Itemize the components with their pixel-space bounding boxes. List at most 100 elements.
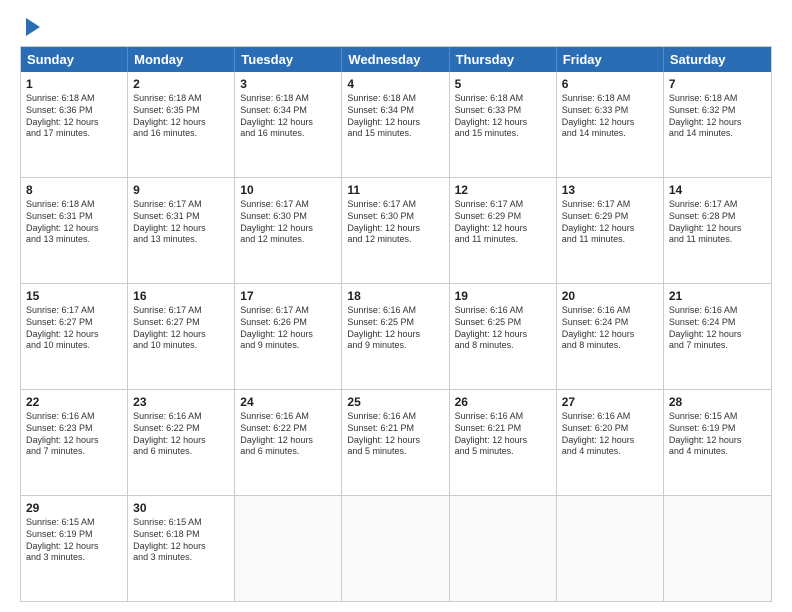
- cal-header-tuesday: Tuesday: [235, 47, 342, 72]
- day-number: 10: [240, 182, 336, 198]
- day-number: 9: [133, 182, 229, 198]
- day-info: Sunrise: 6:16 AM Sunset: 6:22 PM Dayligh…: [133, 411, 229, 458]
- day-info: Sunrise: 6:18 AM Sunset: 6:32 PM Dayligh…: [669, 93, 766, 140]
- day-number: 23: [133, 394, 229, 410]
- calendar: SundayMondayTuesdayWednesdayThursdayFrid…: [20, 46, 772, 602]
- cal-cell: 10Sunrise: 6:17 AM Sunset: 6:30 PM Dayli…: [235, 178, 342, 283]
- day-number: 18: [347, 288, 443, 304]
- cal-week-3: 15Sunrise: 6:17 AM Sunset: 6:27 PM Dayli…: [21, 284, 771, 390]
- day-info: Sunrise: 6:15 AM Sunset: 6:19 PM Dayligh…: [669, 411, 766, 458]
- day-number: 2: [133, 76, 229, 92]
- day-info: Sunrise: 6:18 AM Sunset: 6:35 PM Dayligh…: [133, 93, 229, 140]
- day-info: Sunrise: 6:16 AM Sunset: 6:21 PM Dayligh…: [347, 411, 443, 458]
- day-info: Sunrise: 6:16 AM Sunset: 6:25 PM Dayligh…: [455, 305, 551, 352]
- day-number: 14: [669, 182, 766, 198]
- cal-cell: 5Sunrise: 6:18 AM Sunset: 6:33 PM Daylig…: [450, 72, 557, 177]
- day-number: 15: [26, 288, 122, 304]
- day-info: Sunrise: 6:17 AM Sunset: 6:28 PM Dayligh…: [669, 199, 766, 246]
- cal-cell: [235, 496, 342, 601]
- cal-cell: 25Sunrise: 6:16 AM Sunset: 6:21 PM Dayli…: [342, 390, 449, 495]
- day-number: 13: [562, 182, 658, 198]
- day-info: Sunrise: 6:17 AM Sunset: 6:31 PM Dayligh…: [133, 199, 229, 246]
- cal-cell: 20Sunrise: 6:16 AM Sunset: 6:24 PM Dayli…: [557, 284, 664, 389]
- day-info: Sunrise: 6:18 AM Sunset: 6:34 PM Dayligh…: [347, 93, 443, 140]
- cal-header-friday: Friday: [557, 47, 664, 72]
- cal-cell: 27Sunrise: 6:16 AM Sunset: 6:20 PM Dayli…: [557, 390, 664, 495]
- day-number: 12: [455, 182, 551, 198]
- day-info: Sunrise: 6:17 AM Sunset: 6:29 PM Dayligh…: [455, 199, 551, 246]
- day-info: Sunrise: 6:17 AM Sunset: 6:30 PM Dayligh…: [240, 199, 336, 246]
- cal-header-monday: Monday: [128, 47, 235, 72]
- cal-week-4: 22Sunrise: 6:16 AM Sunset: 6:23 PM Dayli…: [21, 390, 771, 496]
- day-number: 17: [240, 288, 336, 304]
- cal-cell: 26Sunrise: 6:16 AM Sunset: 6:21 PM Dayli…: [450, 390, 557, 495]
- cal-week-5: 29Sunrise: 6:15 AM Sunset: 6:19 PM Dayli…: [21, 496, 771, 601]
- day-info: Sunrise: 6:17 AM Sunset: 6:27 PM Dayligh…: [26, 305, 122, 352]
- day-info: Sunrise: 6:17 AM Sunset: 6:26 PM Dayligh…: [240, 305, 336, 352]
- cal-header-wednesday: Wednesday: [342, 47, 449, 72]
- day-number: 27: [562, 394, 658, 410]
- cal-week-1: 1Sunrise: 6:18 AM Sunset: 6:36 PM Daylig…: [21, 72, 771, 178]
- day-number: 28: [669, 394, 766, 410]
- cal-cell: 21Sunrise: 6:16 AM Sunset: 6:24 PM Dayli…: [664, 284, 771, 389]
- cal-header-thursday: Thursday: [450, 47, 557, 72]
- day-info: Sunrise: 6:17 AM Sunset: 6:29 PM Dayligh…: [562, 199, 658, 246]
- cal-cell: 4Sunrise: 6:18 AM Sunset: 6:34 PM Daylig…: [342, 72, 449, 177]
- day-number: 22: [26, 394, 122, 410]
- cal-cell: 18Sunrise: 6:16 AM Sunset: 6:25 PM Dayli…: [342, 284, 449, 389]
- day-info: Sunrise: 6:17 AM Sunset: 6:30 PM Dayligh…: [347, 199, 443, 246]
- day-number: 20: [562, 288, 658, 304]
- day-number: 21: [669, 288, 766, 304]
- day-number: 1: [26, 76, 122, 92]
- cal-cell: 15Sunrise: 6:17 AM Sunset: 6:27 PM Dayli…: [21, 284, 128, 389]
- day-info: Sunrise: 6:16 AM Sunset: 6:24 PM Dayligh…: [669, 305, 766, 352]
- cal-cell: 17Sunrise: 6:17 AM Sunset: 6:26 PM Dayli…: [235, 284, 342, 389]
- logo: [20, 16, 40, 36]
- day-info: Sunrise: 6:16 AM Sunset: 6:23 PM Dayligh…: [26, 411, 122, 458]
- day-info: Sunrise: 6:15 AM Sunset: 6:19 PM Dayligh…: [26, 517, 122, 564]
- cal-cell: 1Sunrise: 6:18 AM Sunset: 6:36 PM Daylig…: [21, 72, 128, 177]
- cal-cell: 24Sunrise: 6:16 AM Sunset: 6:22 PM Dayli…: [235, 390, 342, 495]
- day-info: Sunrise: 6:16 AM Sunset: 6:22 PM Dayligh…: [240, 411, 336, 458]
- cal-cell: [557, 496, 664, 601]
- day-number: 25: [347, 394, 443, 410]
- cal-cell: 12Sunrise: 6:17 AM Sunset: 6:29 PM Dayli…: [450, 178, 557, 283]
- cal-cell: 13Sunrise: 6:17 AM Sunset: 6:29 PM Dayli…: [557, 178, 664, 283]
- day-info: Sunrise: 6:16 AM Sunset: 6:21 PM Dayligh…: [455, 411, 551, 458]
- day-number: 11: [347, 182, 443, 198]
- cal-cell: 30Sunrise: 6:15 AM Sunset: 6:18 PM Dayli…: [128, 496, 235, 601]
- day-info: Sunrise: 6:18 AM Sunset: 6:31 PM Dayligh…: [26, 199, 122, 246]
- day-info: Sunrise: 6:16 AM Sunset: 6:20 PM Dayligh…: [562, 411, 658, 458]
- day-number: 19: [455, 288, 551, 304]
- calendar-header-row: SundayMondayTuesdayWednesdayThursdayFrid…: [21, 47, 771, 72]
- day-number: 4: [347, 76, 443, 92]
- cal-cell: [342, 496, 449, 601]
- cal-cell: 3Sunrise: 6:18 AM Sunset: 6:34 PM Daylig…: [235, 72, 342, 177]
- cal-cell: 14Sunrise: 6:17 AM Sunset: 6:28 PM Dayli…: [664, 178, 771, 283]
- cal-cell: 2Sunrise: 6:18 AM Sunset: 6:35 PM Daylig…: [128, 72, 235, 177]
- day-info: Sunrise: 6:16 AM Sunset: 6:25 PM Dayligh…: [347, 305, 443, 352]
- day-number: 29: [26, 500, 122, 516]
- page: SundayMondayTuesdayWednesdayThursdayFrid…: [0, 0, 792, 612]
- day-info: Sunrise: 6:18 AM Sunset: 6:33 PM Dayligh…: [562, 93, 658, 140]
- day-number: 24: [240, 394, 336, 410]
- cal-cell: 23Sunrise: 6:16 AM Sunset: 6:22 PM Dayli…: [128, 390, 235, 495]
- cal-cell: [664, 496, 771, 601]
- cal-header-saturday: Saturday: [664, 47, 771, 72]
- logo-arrow-icon: [26, 18, 40, 36]
- cal-cell: 29Sunrise: 6:15 AM Sunset: 6:19 PM Dayli…: [21, 496, 128, 601]
- day-info: Sunrise: 6:18 AM Sunset: 6:33 PM Dayligh…: [455, 93, 551, 140]
- day-number: 5: [455, 76, 551, 92]
- day-number: 26: [455, 394, 551, 410]
- cal-header-sunday: Sunday: [21, 47, 128, 72]
- cal-cell: 6Sunrise: 6:18 AM Sunset: 6:33 PM Daylig…: [557, 72, 664, 177]
- cal-week-2: 8Sunrise: 6:18 AM Sunset: 6:31 PM Daylig…: [21, 178, 771, 284]
- day-info: Sunrise: 6:15 AM Sunset: 6:18 PM Dayligh…: [133, 517, 229, 564]
- cal-cell: 16Sunrise: 6:17 AM Sunset: 6:27 PM Dayli…: [128, 284, 235, 389]
- day-info: Sunrise: 6:16 AM Sunset: 6:24 PM Dayligh…: [562, 305, 658, 352]
- cal-cell: 28Sunrise: 6:15 AM Sunset: 6:19 PM Dayli…: [664, 390, 771, 495]
- day-info: Sunrise: 6:18 AM Sunset: 6:34 PM Dayligh…: [240, 93, 336, 140]
- cal-cell: 19Sunrise: 6:16 AM Sunset: 6:25 PM Dayli…: [450, 284, 557, 389]
- cal-cell: 9Sunrise: 6:17 AM Sunset: 6:31 PM Daylig…: [128, 178, 235, 283]
- cal-cell: [450, 496, 557, 601]
